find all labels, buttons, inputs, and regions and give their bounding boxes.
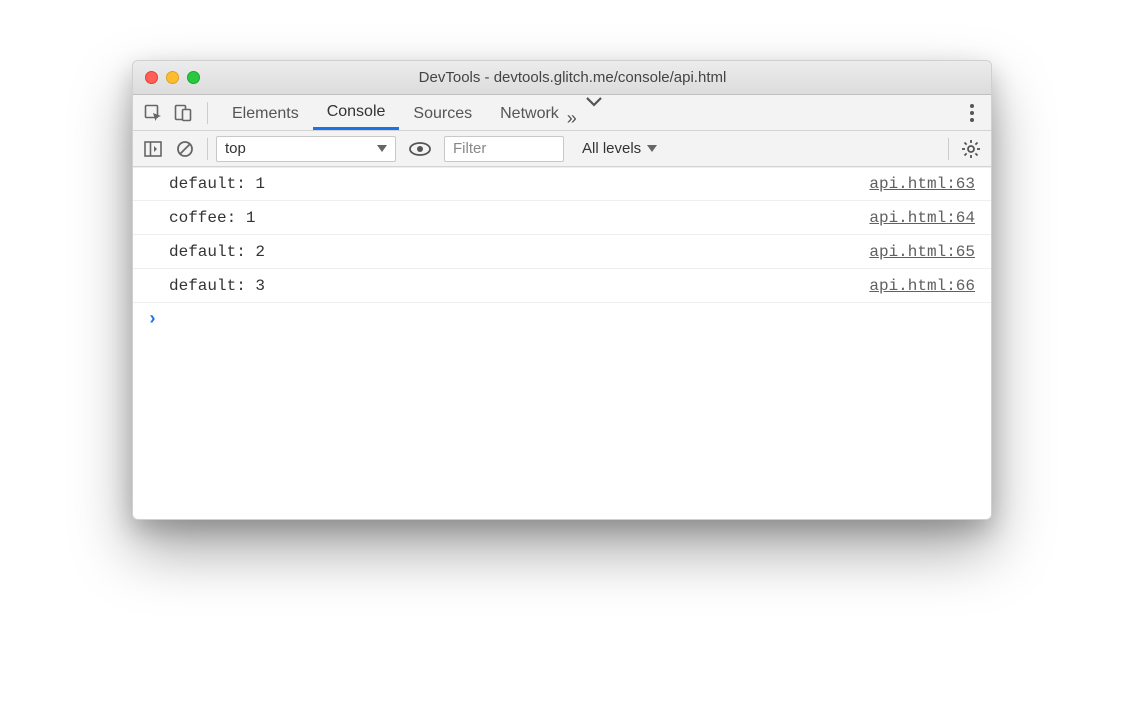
log-message: coffee: 1	[169, 209, 255, 227]
tab-label: Elements	[232, 105, 299, 123]
execution-context-select[interactable]: top	[216, 136, 396, 162]
separator	[207, 102, 208, 124]
clear-console-icon[interactable]	[171, 135, 199, 163]
separator	[207, 138, 208, 160]
separator	[948, 138, 949, 160]
console-toolbar: top All levels	[133, 131, 991, 167]
log-message: default: 2	[169, 243, 265, 261]
device-toolbar-icon[interactable]	[169, 99, 197, 127]
chevron-down-icon	[647, 145, 657, 152]
log-level-label: All levels	[582, 140, 641, 157]
titlebar: DevTools - devtools.glitch.me/console/ap…	[133, 61, 991, 95]
log-source-link[interactable]: api.html:65	[869, 243, 975, 261]
context-label: top	[225, 140, 246, 157]
console-prompt[interactable]: ›	[133, 303, 991, 337]
log-source-link[interactable]: api.html:64	[869, 209, 975, 227]
close-window-button[interactable]	[145, 71, 158, 84]
tab-network[interactable]: Network	[486, 97, 573, 130]
log-source-link[interactable]: api.html:66	[869, 277, 975, 295]
live-expression-icon[interactable]	[406, 135, 434, 163]
console-log-area: default: 1 api.html:63 coffee: 1 api.html:6…	[133, 167, 991, 519]
prompt-caret-icon: ›	[147, 310, 158, 330]
console-settings-icon[interactable]	[957, 135, 985, 163]
tab-label: Network	[500, 105, 559, 123]
log-level-select[interactable]: All levels	[576, 136, 663, 162]
log-row: coffee: 1 api.html:64	[133, 201, 991, 235]
window-title: DevTools - devtools.glitch.me/console/ap…	[166, 69, 979, 86]
chevron-down-icon	[377, 145, 387, 152]
inspect-element-icon[interactable]	[139, 99, 167, 127]
tab-label: Sources	[413, 105, 472, 123]
tab-sources[interactable]: Sources	[399, 97, 486, 130]
console-sidebar-toggle-icon[interactable]	[139, 135, 167, 163]
tab-console[interactable]: Console	[313, 97, 400, 130]
devtools-menu-button[interactable]	[959, 103, 985, 123]
console-input[interactable]	[168, 309, 977, 332]
filter-input[interactable]	[444, 136, 564, 162]
log-message: default: 1	[169, 175, 265, 193]
devtools-tabs: Elements Console Sources Network »	[133, 95, 991, 131]
log-row: default: 2 api.html:65	[133, 235, 991, 269]
tab-label: Console	[327, 103, 386, 121]
log-row: default: 3 api.html:66	[133, 269, 991, 303]
tab-elements[interactable]: Elements	[218, 97, 313, 130]
devtools-window: DevTools - devtools.glitch.me/console/ap…	[132, 60, 992, 520]
log-message: default: 3	[169, 277, 265, 295]
more-tabs-button[interactable]: »	[575, 96, 613, 129]
log-source-link[interactable]: api.html:63	[869, 175, 975, 193]
log-row: default: 1 api.html:63	[133, 167, 991, 201]
